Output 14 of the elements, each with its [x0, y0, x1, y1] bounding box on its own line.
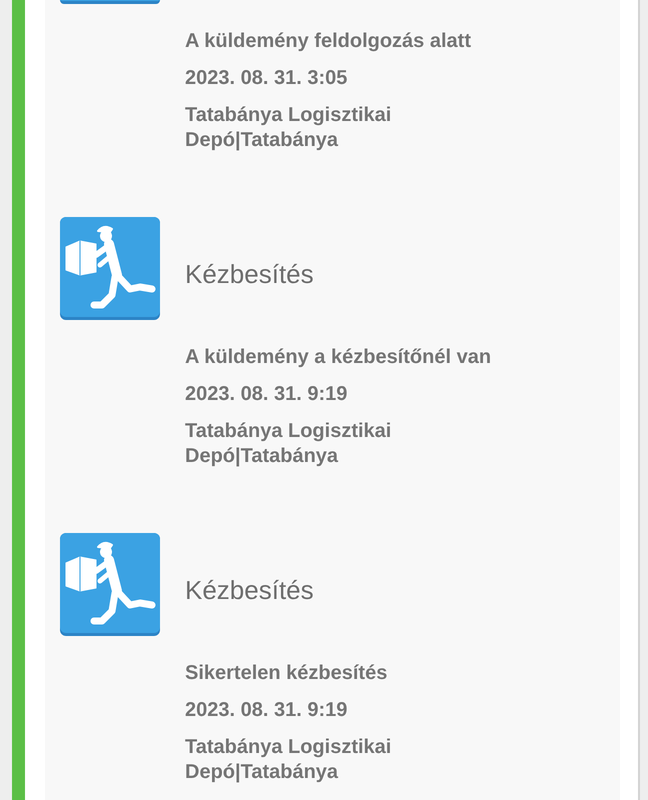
courier-icon — [60, 533, 160, 636]
event-date: 2023. 08. 31. 9:19 — [185, 382, 348, 406]
event-title: Kézbesítés — [185, 259, 314, 289]
event-location: Tatabánya Logisztikai Depó|Tatabánya — [185, 735, 392, 785]
event-location: Tatabánya Logisztikai Depó|Tatabánya — [185, 103, 392, 153]
tile-edge-icon — [60, 0, 160, 4]
event-date: 2023. 08. 31. 3:05 — [185, 66, 348, 90]
event-title: Kézbesítés — [185, 575, 314, 605]
event-description: A küldemény feldolgozás alatt — [185, 29, 472, 53]
event-description: Sikertelen kézbesítés — [185, 661, 388, 685]
courier-icon — [60, 217, 160, 320]
event-date: 2023. 08. 31. 9:19 — [185, 698, 348, 722]
event-description: A küldemény a kézbesítőnél van — [185, 345, 492, 369]
event-location: Tatabánya Logisztikai Depó|Tatabánya — [185, 419, 392, 469]
